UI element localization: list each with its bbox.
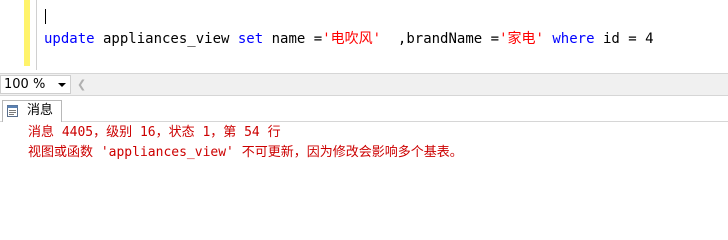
changed-line-indicator bbox=[24, 0, 30, 66]
string-literal-brand: '家电' bbox=[499, 31, 544, 47]
where-condition: id = 4 bbox=[594, 31, 654, 47]
editor-status-bar: 100 % ❮ bbox=[0, 73, 728, 96]
tab-messages-label: 消息 bbox=[27, 103, 54, 118]
error-message-header: 消息 4405，级别 16，状态 1，第 54 行 bbox=[28, 125, 281, 140]
results-tab-strip: 消息 bbox=[0, 96, 728, 122]
error-message-text: 视图或函数 'appliances_view' 不可更新，因为修改会影响多个基表… bbox=[28, 145, 463, 160]
brand-assignment: ,brandName = bbox=[381, 31, 500, 47]
keyword-update: update bbox=[44, 31, 95, 47]
zoom-dropdown[interactable]: 100 % bbox=[0, 75, 71, 94]
sql-code-line[interactable]: update appliances_view set name ='电吹风' ,… bbox=[44, 30, 654, 48]
zoom-value: 100 % bbox=[4, 77, 46, 92]
table-name: appliances_view bbox=[94, 31, 238, 47]
scroll-left-arrow-icon[interactable]: ❮ bbox=[77, 78, 86, 92]
keyword-where: where bbox=[552, 31, 595, 47]
text-caret bbox=[45, 9, 46, 24]
results-pane: 消息 消息 4405，级别 16，状态 1，第 54 行 视图或函数 'appl… bbox=[0, 96, 728, 212]
keyword-set: set bbox=[237, 31, 264, 47]
query-editor[interactable]: update appliances_view set name ='电吹风' ,… bbox=[0, 0, 728, 73]
chevron-down-icon[interactable] bbox=[58, 83, 66, 87]
message-document-icon bbox=[7, 105, 18, 117]
string-literal-name: '电吹风' bbox=[322, 31, 382, 47]
tab-messages[interactable]: 消息 bbox=[2, 100, 62, 122]
editor-gutter-divider bbox=[36, 0, 37, 70]
name-assignment: name = bbox=[263, 31, 323, 47]
